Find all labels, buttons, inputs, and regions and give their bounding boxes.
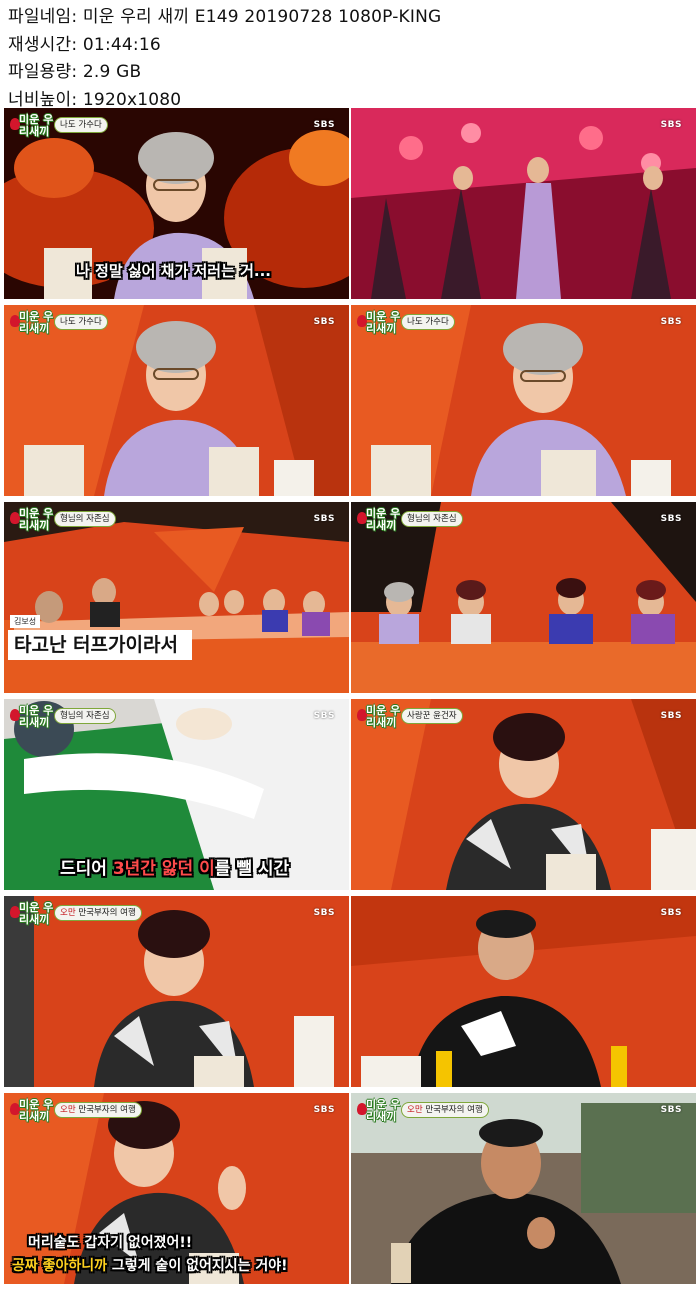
- thumbnail-frame: 미운 우리새끼 나도 가수다 SBS: [4, 305, 349, 496]
- broadcaster-logo: SBS: [313, 711, 335, 721]
- thumbnail-frame: 미운 우리새끼 형님의 자존심 SBS 드디어 3년간 앓던 이를 뺄 시간: [4, 699, 349, 890]
- segment-badge: 오만 만국부자의 여행: [54, 905, 142, 921]
- caption-highlight: 3년간 앓던 이: [112, 859, 215, 879]
- segment-badge: 형님의 자존심: [54, 708, 116, 724]
- badge-accent: 오만: [60, 908, 79, 918]
- badge-label: 만국부자의 여행: [425, 1105, 483, 1115]
- filesize-value: 2.9 GB: [82, 62, 142, 82]
- broadcaster-logo: SBS: [313, 1105, 335, 1115]
- broadcaster-logo: SBS: [660, 514, 682, 524]
- broadcaster-logo: SBS: [660, 711, 682, 721]
- file-info: 파일네임: 미운 우리 새끼 E149 20190728 1080P-KING …: [8, 4, 688, 114]
- show-logo: 미운 우리새끼: [10, 508, 54, 536]
- logo-text: 미운 우리새끼: [366, 310, 401, 335]
- badge-accent: 오만: [407, 1105, 426, 1115]
- badge-accent: 오만: [60, 1105, 79, 1115]
- resolution-value: 1920x1080: [82, 89, 182, 110]
- filesize-line: 파일용량: 2.9 GB: [8, 59, 688, 87]
- logo-text: 미운 우리새끼: [19, 1098, 54, 1123]
- runtime-value: 01:44:16: [82, 34, 161, 55]
- segment-badge: 오만 만국부자의 여행: [54, 1102, 142, 1118]
- filesize-label: 파일용량:: [8, 62, 78, 82]
- show-logo: 미운 우리새끼: [10, 705, 54, 733]
- broadcaster-logo: SBS: [313, 908, 335, 918]
- segment-badge: 사랑꾼 윤건자: [401, 708, 463, 724]
- thumbnail-frame: 미운 우리새끼 형님의 자존심 SBS 김보성 타고난 터프가이라서: [4, 502, 349, 693]
- segment-badge: 오만 만국부자의 여행: [401, 1102, 489, 1118]
- scene-stage-dancers: [351, 108, 696, 299]
- show-logo: 미운 우리새끼: [357, 1099, 401, 1127]
- segment-badge: 형님의 자존심: [401, 511, 463, 527]
- filename-label: 파일네임:: [8, 7, 78, 27]
- thumbnail-frame: 미운 우리새끼 나도 가수다 SBS: [351, 305, 696, 496]
- broadcaster-logo: SBS: [313, 317, 335, 327]
- thumbnail-frame: 미운 우리새끼 오만 만국부자의 여행 SBS: [351, 1093, 696, 1284]
- show-logo: 미운 우리새끼: [357, 508, 401, 536]
- caption-part: 드디어: [60, 859, 113, 879]
- filename-value: 미운 우리 새끼 E149 20190728 1080P-KING: [82, 7, 442, 27]
- thumbnail-frame: 미운 우리새끼 오만 만국부자의 여행 SBS: [4, 896, 349, 1087]
- broadcaster-logo: SBS: [660, 120, 682, 130]
- show-logo: 미운 우리새끼: [357, 705, 401, 733]
- thumbnail-frame: 미운 우리새끼 오만 만국부자의 여행 SBS 머리숱도 갑자기 없어졌어!! …: [4, 1093, 349, 1284]
- logo-text: 미운 우리새끼: [19, 310, 54, 335]
- subtitle-caption: 타고난 터프가이라서: [8, 630, 192, 660]
- broadcaster-logo: SBS: [660, 317, 682, 327]
- caption-part: 를 뺄 시간: [214, 859, 290, 879]
- thumbnail-frame: 미운 우리새끼 나도 가수다 SBS 나 정말 싫어 채가 저러는 거...: [4, 108, 349, 299]
- thumbnail-frame: SBS: [351, 108, 696, 299]
- segment-badge: 나도 가수다: [54, 314, 108, 330]
- show-logo: 미운 우리새끼: [10, 311, 54, 339]
- speaker-name-tag: 김보성: [10, 615, 41, 628]
- logo-text: 미운 우리새끼: [19, 113, 54, 138]
- thumbnail-frame: 미운 우리새끼 사랑꾼 윤건자 SBS: [351, 699, 696, 890]
- caption-part: 그렇게 숱이 없어지시는 거야!: [107, 1258, 288, 1274]
- scene-host-closeup: [351, 896, 696, 1087]
- show-logo: 미운 우리새끼: [357, 311, 401, 339]
- broadcaster-logo: SBS: [660, 908, 682, 918]
- segment-badge: 나도 가수다: [54, 117, 108, 133]
- show-logo: 미운 우리새끼: [10, 902, 54, 930]
- badge-label: 만국부자의 여행: [78, 908, 136, 918]
- logo-text: 미운 우리새끼: [366, 1098, 401, 1123]
- broadcaster-logo: SBS: [313, 514, 335, 524]
- runtime-line: 재생시간: 01:44:16: [8, 32, 688, 60]
- filename-line: 파일네임: 미운 우리 새끼 E149 20190728 1080P-KING: [8, 4, 688, 32]
- subtitle-caption: 드디어 3년간 앓던 이를 뺄 시간: [60, 854, 289, 879]
- logo-text: 미운 우리새끼: [19, 704, 54, 729]
- logo-text: 미운 우리새끼: [366, 704, 401, 729]
- subtitle-caption-line: 머리숱도 갑자기 없어졌어!!: [28, 1235, 193, 1251]
- broadcaster-logo: SBS: [313, 120, 335, 130]
- badge-label: 만국부자의 여행: [78, 1105, 136, 1115]
- subtitle-caption: 나 정말 싫어 채가 저러는 거...: [76, 262, 272, 280]
- show-logo: 미운 우리새끼: [10, 114, 54, 142]
- resolution-label: 너비높이:: [8, 89, 78, 110]
- runtime-label: 재생시간:: [8, 34, 78, 55]
- segment-badge: 형님의 자존심: [54, 511, 116, 527]
- thumbnail-frame: SBS: [351, 896, 696, 1087]
- caption-highlight: 공짜 좋아하니까: [12, 1258, 108, 1274]
- show-logo: 미운 우리새끼: [10, 1099, 54, 1127]
- thumbnail-grid: 미운 우리새끼 나도 가수다 SBS 나 정말 싫어 채가 저러는 거... S…: [4, 108, 696, 1288]
- logo-text: 미운 우리새끼: [366, 507, 401, 532]
- broadcaster-logo: SBS: [660, 1105, 682, 1115]
- logo-text: 미운 우리새끼: [19, 507, 54, 532]
- logo-text: 미운 우리새끼: [19, 901, 54, 926]
- subtitle-caption-line: 공짜 좋아하니까 그렇게 숱이 없어지시는 거야!: [12, 1255, 288, 1275]
- segment-badge: 나도 가수다: [401, 314, 455, 330]
- thumbnail-frame: 미운 우리새끼 형님의 자존심 SBS: [351, 502, 696, 693]
